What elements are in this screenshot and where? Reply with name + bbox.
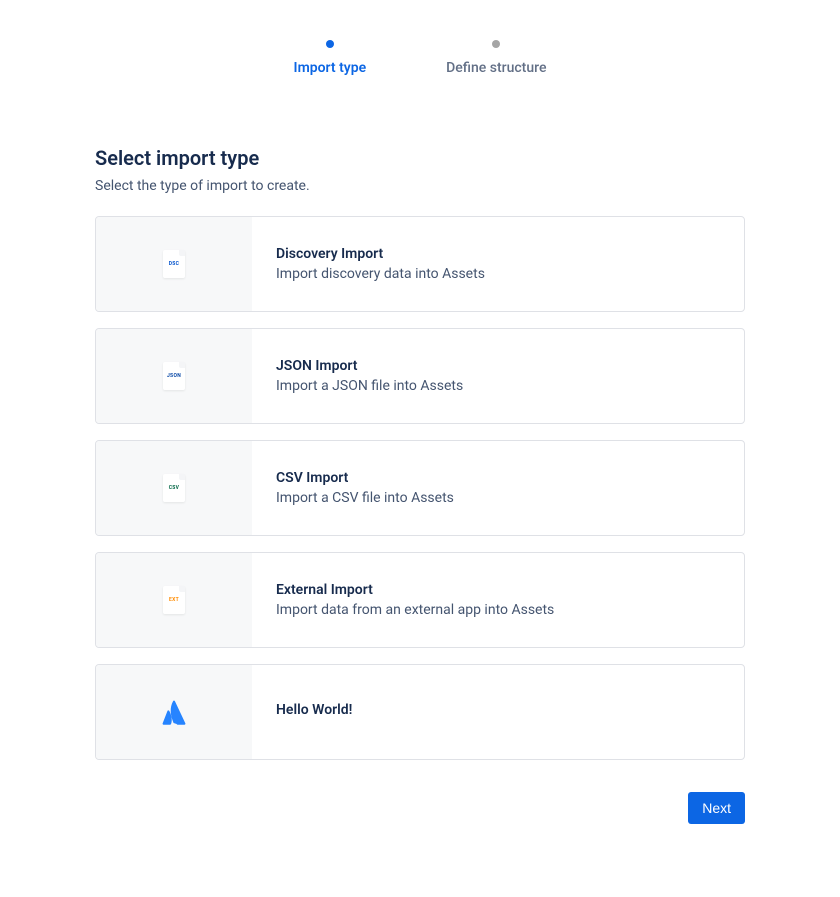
import-type-list: DSC Discovery Import Import discovery da… — [95, 216, 745, 760]
atlassian-logo-icon — [160, 698, 188, 726]
option-icon-area: CSV — [96, 441, 252, 535]
option-description: Import data from an external app into As… — [276, 602, 720, 618]
page-subtitle: Select the type of import to create. — [95, 178, 745, 194]
option-csv-import[interactable]: CSV CSV Import Import a CSV file into As… — [95, 440, 745, 536]
step-label: Import type — [294, 60, 367, 76]
dsc-file-icon: DSC — [163, 250, 185, 278]
option-title: Discovery Import — [276, 246, 720, 262]
option-title: CSV Import — [276, 470, 720, 486]
option-json-import[interactable]: JSON JSON Import Import a JSON file into… — [95, 328, 745, 424]
option-icon-area: DSC — [96, 217, 252, 311]
step-define-structure[interactable]: Define structure — [446, 40, 546, 76]
ext-file-icon: EXT — [163, 586, 185, 614]
option-title: Hello World! — [276, 702, 720, 718]
option-content: External Import Import data from an exte… — [252, 553, 744, 647]
option-content: JSON Import Import a JSON file into Asse… — [252, 329, 744, 423]
step-dot-icon — [492, 40, 500, 48]
csv-file-icon: CSV — [163, 474, 185, 502]
step-import-type[interactable]: Import type — [294, 40, 367, 76]
step-dot-icon — [326, 40, 334, 48]
option-hello-world[interactable]: Hello World! — [95, 664, 745, 760]
option-content: Discovery Import Import discovery data i… — [252, 217, 744, 311]
option-icon-area: EXT — [96, 553, 252, 647]
option-title: External Import — [276, 582, 720, 598]
option-description: Import a JSON file into Assets — [276, 378, 720, 394]
step-label: Define structure — [446, 60, 546, 76]
option-content: Hello World! — [252, 665, 744, 759]
option-discovery-import[interactable]: DSC Discovery Import Import discovery da… — [95, 216, 745, 312]
next-button[interactable]: Next — [688, 792, 745, 824]
footer: Next — [95, 792, 745, 824]
option-icon-area — [96, 665, 252, 759]
option-content: CSV Import Import a CSV file into Assets — [252, 441, 744, 535]
option-external-import[interactable]: EXT External Import Import data from an … — [95, 552, 745, 648]
option-title: JSON Import — [276, 358, 720, 374]
json-file-icon: JSON — [163, 362, 185, 390]
page-title: Select import type — [95, 146, 745, 170]
stepper: Import type Define structure — [95, 40, 745, 76]
option-description: Import a CSV file into Assets — [276, 490, 720, 506]
option-description: Import discovery data into Assets — [276, 266, 720, 282]
option-icon-area: JSON — [96, 329, 252, 423]
